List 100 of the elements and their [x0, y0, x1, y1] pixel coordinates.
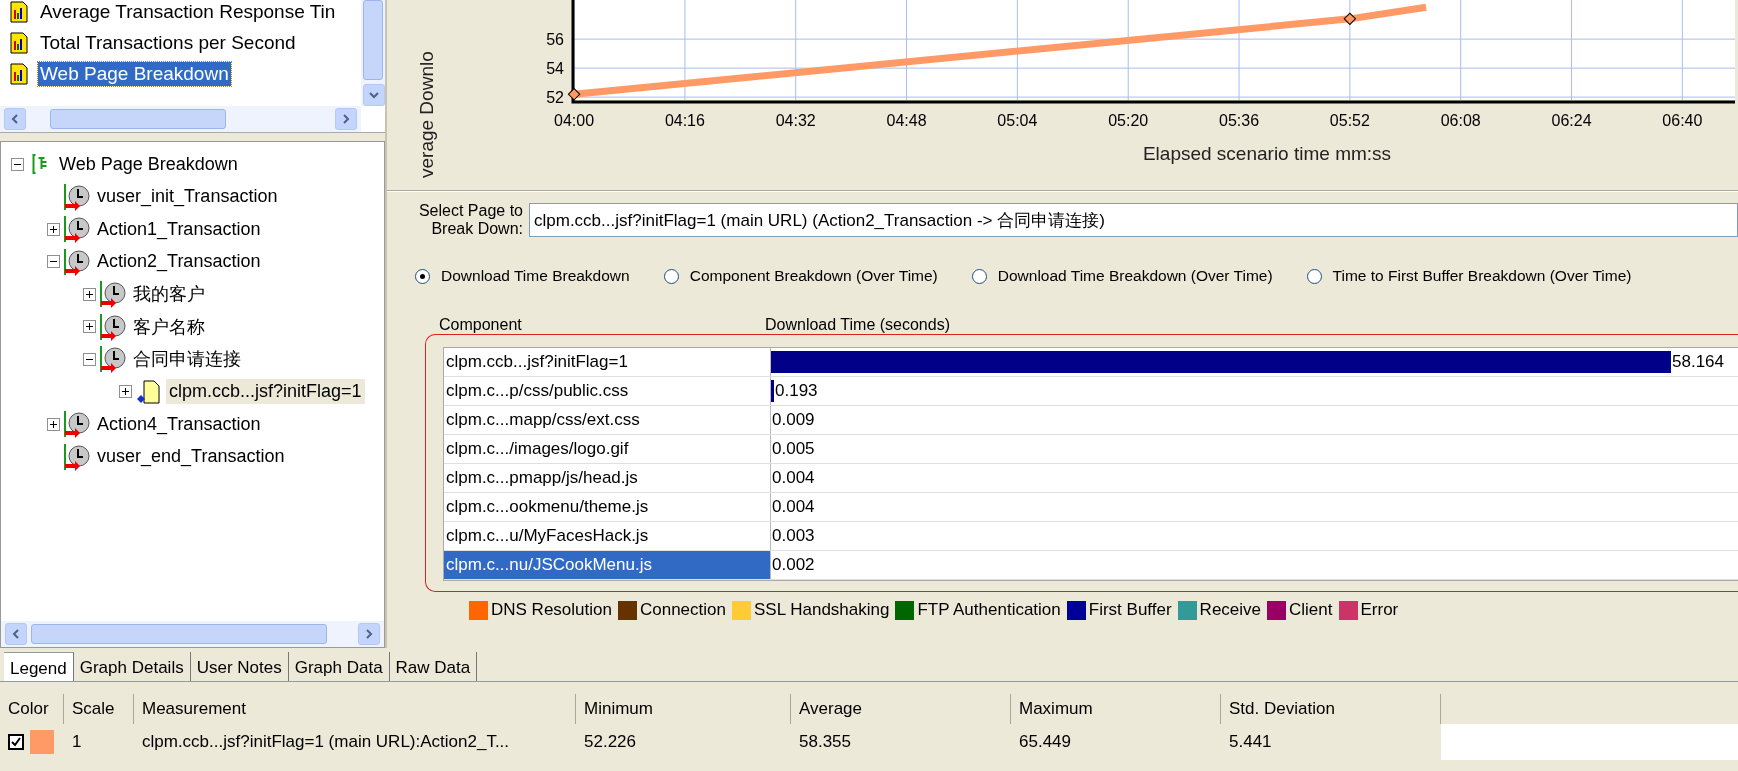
legend-label: Receive — [1199, 600, 1262, 620]
column-header: Color — [0, 694, 64, 724]
column-header: Std. Deviation — [1221, 694, 1441, 724]
chevron-icon — [364, 629, 374, 639]
expand-icon[interactable] — [47, 222, 60, 236]
tree-item[interactable]: Web Page Breakdown — [56, 151, 241, 177]
radio-button[interactable] — [415, 268, 430, 284]
radio-button[interactable] — [1306, 268, 1322, 284]
table-cell: 65.449 — [1019, 732, 1071, 752]
scroll-right-button[interactable] — [358, 623, 380, 645]
collapse-icon[interactable] — [47, 255, 60, 269]
time-value: 0.004 — [771, 497, 815, 517]
radio-option[interactable]: Time to First Buffer Breakdown (Over Time) — [1306, 267, 1632, 285]
tree-item[interactable]: vuser_init_Transaction — [94, 184, 281, 210]
stopwatch-icon — [62, 181, 92, 212]
tree-item[interactable]: 合同申请连接 — [130, 345, 244, 374]
checkbox[interactable] — [8, 734, 24, 750]
legend-label: Connection — [639, 600, 726, 620]
bar-chart-icon — [10, 31, 28, 54]
legend-label: First Buffer — [1088, 600, 1172, 620]
radio-button[interactable] — [663, 268, 679, 284]
x-tick-label: 06:40 — [1662, 112, 1703, 129]
tree-icon — [32, 154, 48, 175]
scroll-left-button[interactable] — [5, 623, 27, 645]
radio-button[interactable] — [971, 268, 987, 284]
time-value: 0.193 — [774, 381, 818, 401]
x-tick-label: 05:20 — [1108, 112, 1149, 129]
chevron-icon — [11, 629, 21, 639]
tree-item[interactable]: Action1_Transaction — [94, 216, 264, 242]
x-tick-label: 06:24 — [1551, 112, 1592, 129]
graph-list-item[interactable]: Average Transaction Response Tin — [38, 0, 338, 24]
component-cell[interactable]: clpm.ccb...jsf?initFlag=1 — [444, 348, 771, 376]
stopwatch-icon — [62, 441, 92, 472]
bar-chart-icon — [10, 62, 28, 85]
component-cell[interactable]: clpm.c...nu/JSCookMenu.js — [444, 551, 771, 579]
x-tick-label: 05:04 — [997, 112, 1038, 129]
y-tick-label: 56 — [546, 31, 564, 49]
expand-icon[interactable] — [83, 287, 96, 301]
time-value: 58.164 — [1671, 352, 1724, 372]
x-tick-label: 05:52 — [1329, 112, 1370, 129]
data-point — [1343, 12, 1357, 25]
component-cell[interactable]: clpm.c...u/MyFacesHack.js — [444, 522, 771, 550]
column-header: Measurement — [134, 694, 576, 724]
tree-item[interactable]: clpm.ccb...jsf?initFlag=1 — [166, 379, 365, 405]
y-tick-label: 54 — [546, 60, 564, 78]
horizontal-scrollbar[interactable] — [0, 106, 361, 132]
radio-option[interactable]: Download Time Breakdown (Over Time) — [971, 267, 1273, 285]
vertical-scrollbar[interactable] — [361, 0, 385, 106]
time-value: 0.009 — [771, 410, 815, 430]
x-tick-label: 04:32 — [775, 112, 816, 129]
graph-list-item[interactable]: Web Page Breakdown — [38, 61, 231, 86]
radio-option[interactable]: Component Breakdown (Over Time) — [663, 267, 938, 285]
y-tick-label: 52 — [546, 89, 564, 107]
expand-icon[interactable] — [119, 385, 132, 399]
expand-icon[interactable] — [47, 417, 60, 431]
component-cell[interactable]: clpm.c...mapp/css/ext.css — [444, 406, 771, 434]
tree-item[interactable]: 客户名称 — [130, 312, 208, 341]
component-cell[interactable]: clpm.c...pmapp/js/head.js — [444, 464, 771, 492]
page-select-field[interactable]: clpm.ccb...jsf?initFlag=1 (main URL) (Action2_Transaction -> 合同申请连接) — [529, 203, 1738, 237]
stopwatch-icon — [98, 279, 128, 310]
horizontal-scrollbar[interactable] — [1, 621, 384, 647]
time-value: 0.005 — [771, 439, 815, 459]
table-cell: 5.441 — [1229, 732, 1272, 752]
expand-icon[interactable] — [83, 320, 96, 334]
time-value: 0.004 — [771, 468, 815, 488]
table-cell: 1 — [72, 732, 82, 752]
scroll-left-button[interactable] — [4, 108, 26, 130]
component-cell[interactable]: clpm.c...p/css/public.css — [444, 377, 771, 405]
data-point — [567, 88, 581, 101]
time-value: 0.002 — [771, 555, 815, 575]
bar-chart-icon — [10, 0, 28, 23]
stopwatch-icon — [62, 246, 92, 277]
table-cell: 58.355 — [799, 732, 851, 752]
tree-item[interactable]: 我的客户 — [130, 280, 208, 309]
y-axis-title: verage Downlo — [416, 51, 437, 178]
x-tick-label: 05:36 — [1219, 112, 1260, 129]
legend-label: SSL Handshaking — [753, 600, 890, 620]
tree-item[interactable]: Action2_Transaction — [94, 249, 264, 275]
component-cell[interactable]: clpm.c.../images/logo.gif — [444, 435, 771, 463]
column-header: Maximum — [1011, 694, 1221, 724]
legend-label: DNS Resolution — [491, 600, 612, 620]
column-header: Component — [438, 316, 523, 334]
column-header: Minimum — [576, 694, 791, 724]
tab[interactable]: Legend — [4, 652, 74, 681]
component-cell[interactable]: clpm.c...ookmenu/theme.js — [444, 493, 771, 521]
chevron-icon — [369, 90, 379, 100]
scroll-down-button[interactable] — [363, 84, 385, 106]
collapse-icon[interactable] — [83, 352, 96, 366]
tree-item[interactable]: Action4_Transaction — [94, 411, 264, 437]
x-tick-label: 06:08 — [1440, 112, 1481, 129]
legend-label: FTP Authentication — [917, 600, 1061, 620]
table-cell: 52.226 — [584, 732, 636, 752]
tree-item[interactable]: vuser_end_Transaction — [94, 444, 288, 470]
scroll-right-button[interactable] — [335, 108, 357, 130]
graph-list-item[interactable]: Total Transactions per Second — [38, 30, 298, 55]
stopwatch-icon — [98, 311, 128, 342]
collapse-icon[interactable] — [11, 157, 24, 171]
x-tick-label: 04:00 — [554, 112, 595, 129]
radio-option[interactable]: Download Time Breakdown — [415, 267, 630, 285]
stopwatch-icon — [62, 214, 92, 245]
